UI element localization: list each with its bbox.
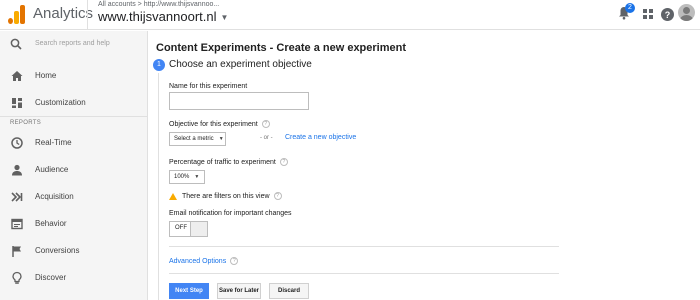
sidebar-item-discover[interactable]: Discover (0, 266, 148, 290)
clock-icon (11, 137, 23, 149)
traffic-label: Percentage of traffic to experiment (169, 158, 276, 166)
top-bar: Analytics All accounts > http://www.thij… (0, 0, 700, 30)
person-icon (12, 164, 22, 176)
property-selector[interactable]: www.thijsvannoort.nl ▼ (98, 9, 228, 24)
notification-count-badge: 2 (625, 3, 635, 13)
step-connector-line (158, 73, 159, 300)
sidebar: Search reports and help Home Customizati… (0, 31, 148, 300)
create-objective-link[interactable]: Create a new objective (285, 134, 356, 141)
sidebar-item-conversions[interactable]: Conversions (0, 239, 148, 263)
reports-section-label: REPORTS (10, 120, 41, 126)
traffic-label-row: Percentage of traffic to experiment? (169, 158, 288, 166)
help-icon: ? (660, 8, 674, 21)
analytics-logo-icon[interactable] (8, 4, 28, 24)
account-breadcrumb[interactable]: All accounts > http://www.thijsvannoo... (98, 1, 219, 8)
advanced-options-link[interactable]: Advanced Options (169, 258, 226, 265)
chevron-down-icon: ▼ (220, 13, 229, 23)
behavior-icon (11, 218, 23, 230)
sidebar-search[interactable]: Search reports and help (0, 31, 148, 59)
acquisition-icon (11, 192, 23, 202)
traffic-percentage-select[interactable]: 100% ▼ (169, 170, 205, 184)
section-divider (169, 273, 559, 274)
flag-icon (12, 246, 21, 257)
email-notification-label: Email notification for important changes (169, 210, 292, 217)
step-number-badge: 1 (153, 59, 165, 71)
app-name: Analytics (33, 5, 94, 22)
apps-grid-icon (643, 9, 653, 19)
home-icon (11, 71, 23, 81)
property-name: www.thijsvannoort.nl (98, 9, 217, 24)
help-icon[interactable]: ? (230, 257, 239, 265)
sidebar-item-acquisition[interactable]: Acquisition (0, 185, 148, 209)
lightbulb-icon (12, 271, 22, 284)
experiment-name-input[interactable] (169, 92, 309, 110)
sidebar-item-label: Conversions (35, 246, 80, 255)
filters-warning: There are filters on this view? (169, 192, 282, 200)
objective-metric-select[interactable]: Select a metric ▼ (169, 132, 226, 146)
sidebar-item-behavior[interactable]: Behavior (0, 212, 148, 236)
main-content: Content Experiments - Create a new exper… (150, 31, 700, 300)
sidebar-divider (0, 116, 148, 117)
sidebar-item-label: Real-Time (35, 138, 72, 147)
svg-text:?: ? (664, 10, 670, 20)
help-icon[interactable]: ? (279, 158, 288, 166)
email-notification-toggle[interactable]: OFF (169, 221, 208, 237)
sidebar-item-label: Discover (35, 273, 67, 282)
next-step-button[interactable]: Next Step (169, 283, 209, 299)
apps-button[interactable] (641, 6, 655, 22)
sidebar-item-audience[interactable]: Audience (0, 158, 148, 182)
sidebar-item-label: Acquisition (35, 192, 74, 201)
save-for-later-button[interactable]: Save for Later (217, 283, 261, 299)
search-icon (10, 38, 22, 50)
filters-warning-text: There are filters on this view (182, 192, 270, 200)
section-divider (169, 246, 559, 247)
header-divider (87, 0, 88, 30)
discard-button[interactable]: Discard (269, 283, 309, 299)
sidebar-item-label: Customization (35, 98, 86, 107)
search-placeholder: Search reports and help (35, 40, 110, 47)
dashboard-icon (12, 98, 22, 108)
help-icon[interactable]: ? (261, 120, 270, 128)
notifications-button[interactable]: 2 (617, 3, 635, 22)
toggle-knob (190, 222, 207, 236)
experiment-name-label: Name for this experiment (169, 83, 248, 90)
sidebar-item-label: Behavior (35, 219, 67, 228)
objective-select-value: Select a metric (174, 136, 214, 142)
chevron-down-icon: ▼ (194, 174, 200, 180)
help-icon[interactable]: ? (273, 192, 282, 200)
sidebar-item-label: Audience (35, 165, 69, 174)
advanced-options-row: Advanced Options? (169, 257, 239, 265)
page-title: Content Experiments - Create a new exper… (156, 42, 407, 54)
traffic-select-value: 100% (174, 174, 190, 180)
sidebar-item-label: Home (35, 71, 57, 80)
account-avatar[interactable] (678, 4, 695, 21)
chevron-down-icon: ▼ (218, 136, 224, 142)
objective-label-row: Objective for this experiment? (169, 120, 270, 128)
sidebar-item-real-time[interactable]: Real-Time (0, 131, 148, 155)
toggle-state-label: OFF (175, 225, 187, 231)
objective-label: Objective for this experiment (169, 120, 258, 128)
or-separator: - or - (260, 135, 273, 141)
sidebar-item-customization[interactable]: Customization (0, 91, 148, 115)
step-title: Choose an experiment objective (169, 59, 312, 70)
warning-icon (169, 192, 177, 200)
sidebar-item-home[interactable]: Home (0, 64, 148, 88)
help-button[interactable]: ? (660, 6, 674, 22)
